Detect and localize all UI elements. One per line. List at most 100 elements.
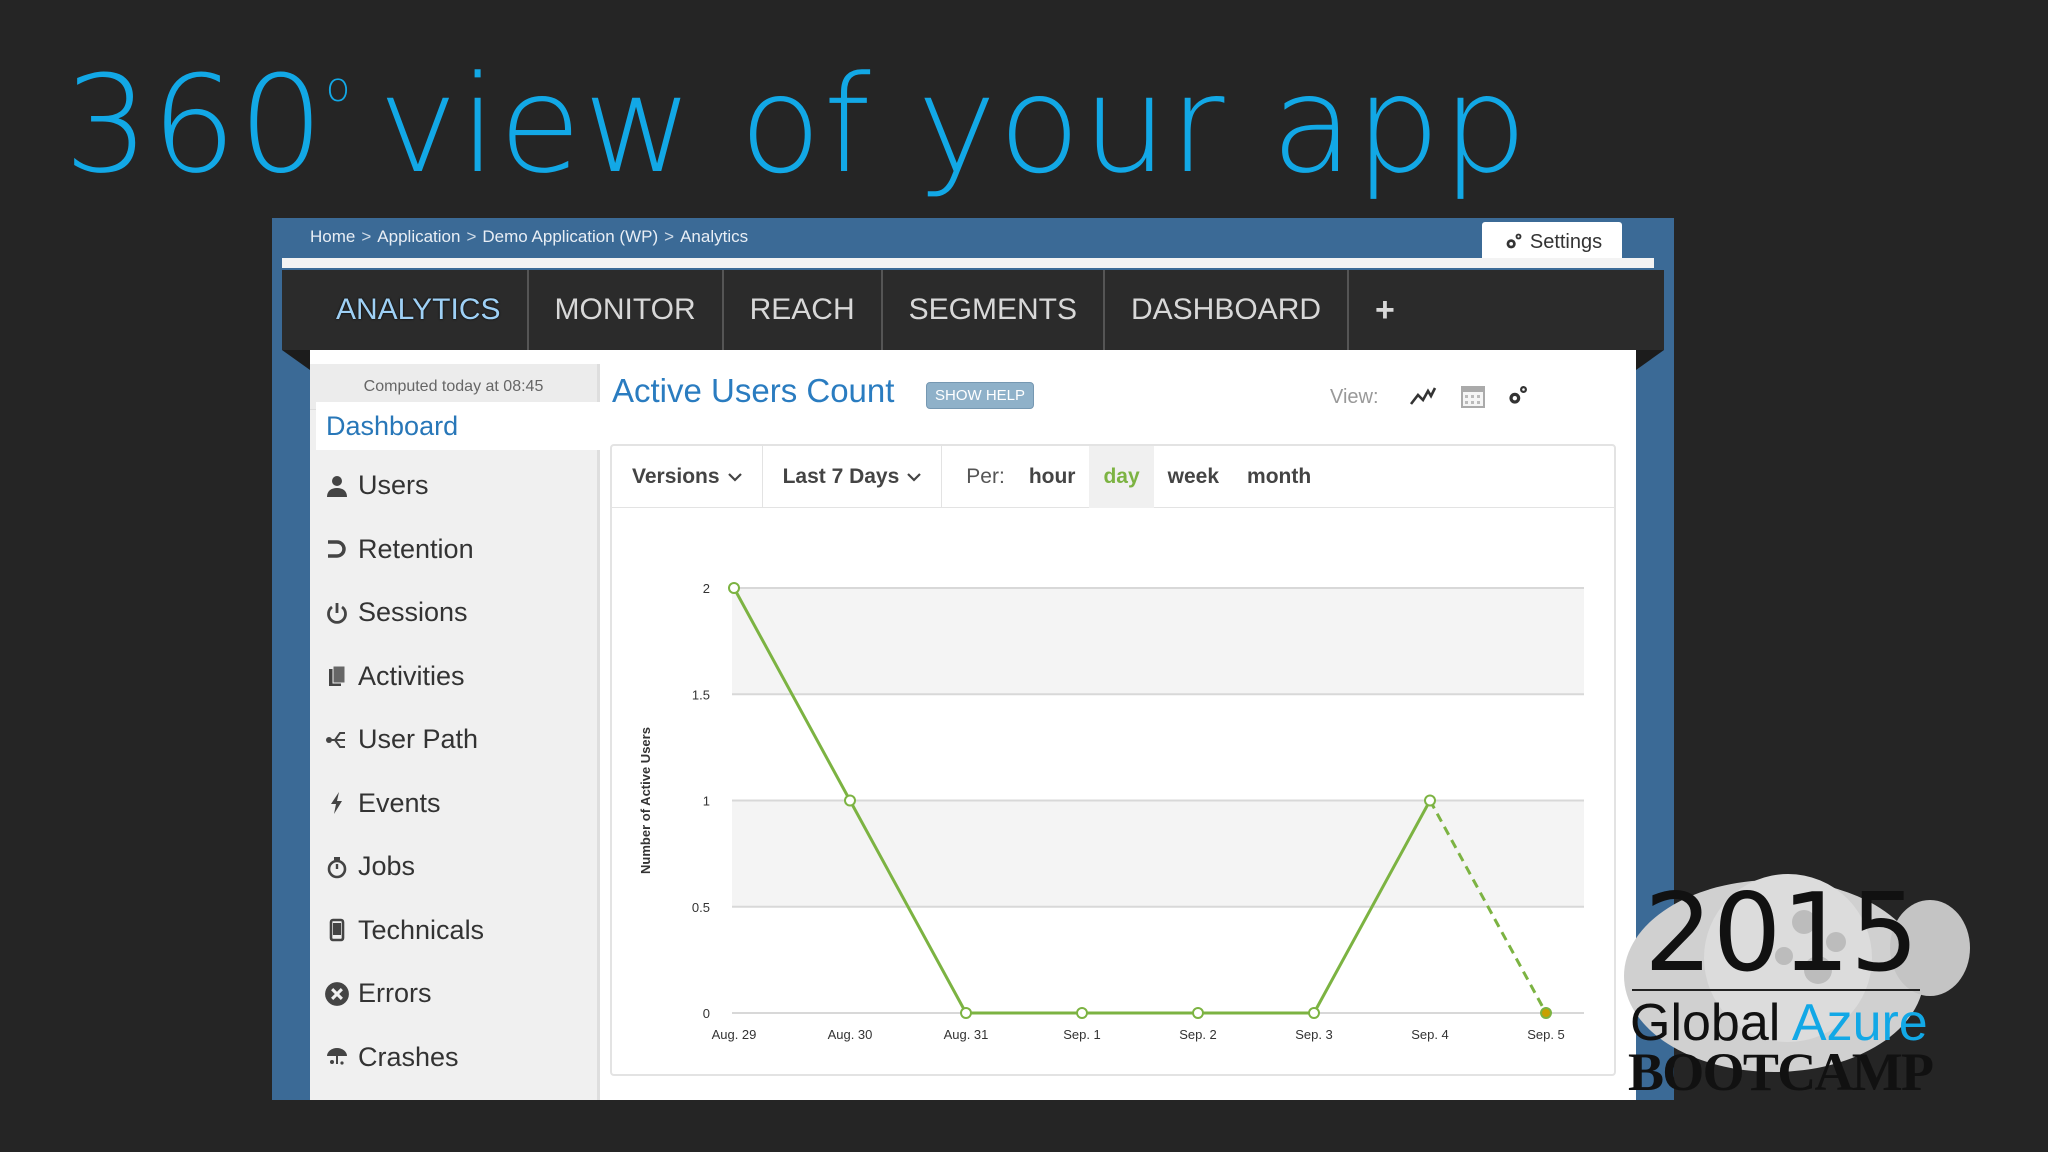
- filter-bar: Versions Last 7 Days Per: hour day week …: [612, 445, 1614, 508]
- gear-icon[interactable]: [1500, 380, 1534, 412]
- chart-title: Active Users Count: [612, 372, 895, 409]
- sidebar-item-label: Users: [358, 470, 429, 501]
- path-icon: [324, 727, 350, 753]
- crash-icon: [324, 1044, 350, 1070]
- granularity-month[interactable]: month: [1233, 446, 1325, 508]
- chart-panel: Versions Last 7 Days Per: hour day week …: [610, 444, 1616, 1076]
- x-tick-label: Aug. 29: [712, 1027, 757, 1042]
- y-tick-label: 2: [703, 581, 710, 596]
- tab-monitor[interactable]: MONITOR: [529, 270, 724, 350]
- granularity-week[interactable]: week: [1154, 446, 1233, 508]
- slide-title-text: view of your app: [378, 47, 1530, 203]
- sidebar-item-users[interactable]: Users: [324, 454, 484, 518]
- breadcrumb-separator: >: [664, 227, 675, 246]
- x-tick-label: Sep. 5: [1527, 1027, 1565, 1042]
- sidebar-item-label: Sessions: [358, 597, 468, 628]
- main-panel: Active Users Count SHOW HELP View: Versi…: [610, 364, 1636, 1100]
- y-tick-label: 1.5: [692, 687, 710, 702]
- line-chart-icon[interactable]: [1406, 380, 1440, 412]
- sidebar-item-dashboard[interactable]: Dashboard: [316, 402, 606, 450]
- svg-text:BOOTCAMP: BOOTCAMP: [1628, 1042, 1934, 1102]
- breadcrumb-demo-app[interactable]: Demo Application (WP): [482, 227, 658, 246]
- gear-icon: [1506, 233, 1522, 249]
- view-label: View:: [1330, 386, 1379, 408]
- user-icon: [324, 473, 350, 499]
- slide-title: 360o view of your app: [64, 51, 1529, 199]
- grid-band: [732, 588, 1584, 695]
- pages-icon: [324, 663, 350, 689]
- sidebar-item-label: Technicals: [358, 914, 485, 945]
- date-range-label: Last 7 Days: [782, 464, 900, 488]
- versions-dropdown[interactable]: Versions: [612, 445, 763, 508]
- breadcrumb-bar: Home > Application > Demo Application (WP) > A…: [272, 218, 1674, 262]
- sidebar-item-label: Errors: [358, 978, 432, 1009]
- data-point: [1076, 1007, 1088, 1019]
- sidebar-item-errors[interactable]: Errors: [324, 962, 484, 1026]
- sidebar-item-technicals[interactable]: Technicals: [324, 899, 484, 963]
- breadcrumb-separator: >: [361, 227, 372, 246]
- sidebar-item-label: Crashes: [358, 1041, 459, 1072]
- error-icon: [324, 981, 350, 1007]
- show-help-button[interactable]: SHOW HELP: [926, 382, 1035, 409]
- degree-symbol: o: [325, 65, 353, 111]
- sidebar-item-user-path[interactable]: User Path: [324, 708, 484, 772]
- chevron-down-icon: [907, 472, 922, 482]
- sidebar-item-label: Activities: [358, 660, 465, 691]
- nav-fold-right: [1636, 350, 1664, 370]
- data-point: [1540, 1007, 1552, 1019]
- line-chart: 0 0.5 1 1.5 2 Number of Active Users Aug. 29 Au…: [638, 581, 1584, 1042]
- breadcrumb-analytics: Analytics: [680, 227, 749, 246]
- sidebar-item-activities[interactable]: Activities: [324, 645, 484, 709]
- x-tick-label: Sep. 1: [1063, 1027, 1101, 1042]
- breadcrumb-separator: >: [466, 227, 477, 246]
- y-tick-label: 0: [703, 1006, 710, 1021]
- y-axis-label: Number of Active Users: [638, 727, 653, 874]
- x-tick-label: Sep. 4: [1411, 1027, 1449, 1042]
- sidebar-item-label: Jobs: [358, 851, 416, 882]
- sidebar-list: Users Retention Sessions Activities User…: [324, 454, 484, 1089]
- add-tab-button[interactable]: +: [1349, 270, 1421, 350]
- nav-fold-left: [282, 350, 310, 370]
- sidebar-item-events[interactable]: Events: [324, 772, 484, 836]
- data-point: [1192, 1007, 1204, 1019]
- x-tick-label: Aug. 31: [944, 1027, 989, 1042]
- tab-analytics[interactable]: ANALYTICS: [282, 270, 529, 350]
- breadcrumb-home[interactable]: Home: [310, 227, 355, 246]
- data-point: [1424, 794, 1436, 807]
- data-point: [844, 794, 856, 807]
- sidebar-item-crashes[interactable]: Crashes: [324, 1026, 484, 1090]
- breadcrumb-application[interactable]: Application: [377, 227, 460, 246]
- date-range-dropdown[interactable]: Last 7 Days: [763, 445, 943, 508]
- header-strip: [282, 258, 1654, 268]
- tab-segments[interactable]: SEGMENTS: [883, 270, 1105, 350]
- app-frame: Home > Application > Demo Application (WP) > A…: [272, 218, 1674, 1100]
- svg-text:2015: 2015: [1644, 871, 1919, 996]
- content-area: Computed today at 08:45 Dashboard Users …: [310, 350, 1636, 1100]
- calendar-icon[interactable]: [1456, 380, 1490, 412]
- phone-icon: [324, 917, 350, 943]
- breadcrumb: Home > Application > Demo Application (WP) > A…: [310, 227, 748, 247]
- main-nav: ANALYTICS MONITOR REACH SEGMENTS DASHBOA…: [282, 270, 1664, 350]
- global-azure-bootcamp-logo: 2015 Global Azure BOOTCAMP: [1624, 871, 1970, 1102]
- sidebar-item-jobs[interactable]: Jobs: [324, 835, 484, 899]
- x-tick-label: Aug. 30: [828, 1027, 873, 1042]
- data-point: [1308, 1007, 1320, 1019]
- sidebar-item-sessions[interactable]: Sessions: [324, 581, 484, 645]
- granularity-hour[interactable]: hour: [1015, 446, 1090, 508]
- retention-icon: [324, 536, 350, 562]
- settings-button[interactable]: Settings: [1482, 222, 1622, 262]
- data-point: [728, 582, 740, 594]
- chevron-down-icon: [727, 472, 742, 482]
- tab-dashboard[interactable]: DASHBOARD: [1105, 270, 1350, 350]
- sidebar-item-label: Events: [358, 787, 441, 818]
- per-label: Per:: [966, 464, 1005, 488]
- granularity-day[interactable]: day: [1089, 445, 1154, 508]
- x-tick-label: Sep. 2: [1179, 1027, 1217, 1042]
- stopwatch-icon: [324, 854, 350, 880]
- tab-reach[interactable]: REACH: [724, 270, 883, 350]
- bolt-icon: [324, 790, 350, 816]
- x-tick-label: Sep. 3: [1295, 1027, 1333, 1042]
- versions-label: Versions: [632, 464, 720, 488]
- y-tick-label: 0.5: [692, 900, 710, 915]
- sidebar-item-retention[interactable]: Retention: [324, 518, 484, 582]
